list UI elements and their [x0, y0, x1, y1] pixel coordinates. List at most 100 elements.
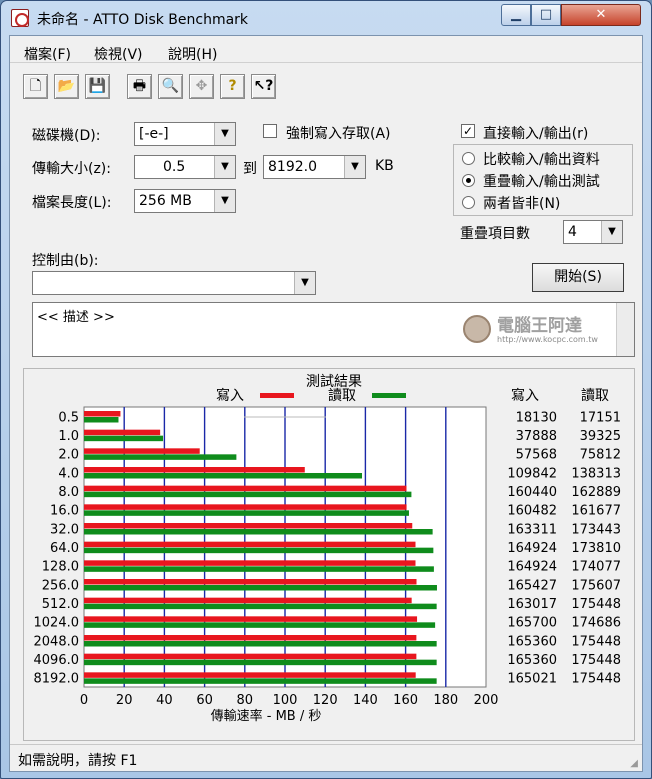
file-length-label: 檔案長度(L): [32, 195, 112, 211]
print-preview-icon[interactable]: 🔍 [158, 74, 183, 99]
read-bar [84, 491, 412, 498]
results-chart: 測試結果寫入 讀取 寫入 讀取0.5 18130 171511.0 37888 393252.… [34, 374, 622, 724]
read-value: 174686 [571, 616, 621, 631]
minimize-button[interactable]: ▁ [501, 4, 531, 26]
menu-help[interactable]: 說明(H) [168, 44, 217, 64]
category-label: 4096.0 [34, 653, 80, 668]
transfer-to-value: 8192.0 [268, 159, 317, 175]
write-bar [84, 429, 161, 436]
category-label: 2.0 [58, 448, 79, 463]
status-bar: 如需說明，請按 F1 ◢ [10, 744, 642, 771]
chevron-down-icon[interactable]: ▼ [214, 190, 235, 212]
write-bar [84, 635, 417, 641]
x-tick-label: 60 [196, 693, 213, 708]
close-button[interactable]: ✕ [561, 4, 641, 26]
write-value: 37888 [516, 429, 557, 444]
write-bar [84, 523, 413, 529]
x-axis-label: 傳輸速率 - MB / 秒 [211, 708, 322, 724]
legend-read-label: 讀取 [328, 388, 356, 404]
write-bar [84, 411, 121, 417]
direct-io-checkbox[interactable]: ✓ [461, 124, 475, 138]
x-tick-label: 120 [313, 693, 338, 708]
maximize-button[interactable]: □ [531, 4, 561, 26]
move-icon[interactable]: ✥ [189, 74, 214, 99]
write-value: 165360 [507, 653, 557, 668]
write-value: 57568 [516, 448, 557, 463]
chevron-down-icon[interactable]: ▼ [214, 156, 235, 178]
drive-label: 磁碟機(D): [32, 128, 101, 144]
write-value: 18130 [516, 410, 557, 425]
category-label: 16.0 [50, 504, 79, 519]
read-value: 175448 [571, 653, 621, 668]
print-icon[interactable]: 🖶 [127, 74, 152, 99]
watermark-url: http://www.kocpc.com.tw [497, 335, 598, 344]
controlled-by-select[interactable]: ▼ [32, 271, 316, 295]
file-length-select[interactable]: 256 MB ▼ [134, 189, 236, 213]
x-tick-label: 80 [237, 693, 254, 708]
write-value: 163311 [507, 522, 557, 537]
write-value: 163017 [507, 597, 557, 612]
atto-app-icon[interactable] [11, 9, 29, 27]
force-write-checkbox[interactable] [263, 124, 277, 138]
category-label: 256.0 [42, 578, 79, 593]
transfer-to-select[interactable]: 8192.0 ▼ [263, 155, 366, 179]
read-bar [84, 417, 119, 423]
column-header-write: 寫入 [511, 387, 539, 404]
drive-value: [-e-] [139, 126, 169, 142]
new-file-icon[interactable]: 🗋 [23, 74, 48, 99]
transfer-size-label: 傳輸大小(z): [32, 161, 111, 177]
write-value: 164924 [507, 560, 557, 575]
read-bar [84, 659, 437, 666]
chevron-down-icon[interactable]: ▼ [294, 272, 315, 294]
description-text: << 描述 >> [37, 310, 115, 325]
kb-label: KB [375, 158, 394, 174]
description-textarea[interactable]: << 描述 >> 電腦王阿達 http://www.kocpc.com.tw [32, 302, 635, 357]
chevron-down-icon[interactable]: ▼ [344, 156, 365, 178]
read-bar [84, 603, 437, 610]
transfer-from-select[interactable]: 0.5 ▼ [134, 155, 236, 179]
help-icon[interactable]: ? [220, 74, 245, 99]
chevron-down-icon[interactable]: ▼ [214, 123, 235, 145]
save-icon[interactable]: 💾 [85, 74, 110, 99]
resize-grip-icon[interactable]: ◢ [630, 758, 638, 769]
category-label: 1.0 [58, 429, 79, 444]
write-value: 109842 [507, 466, 557, 481]
read-bar [84, 622, 436, 628]
chevron-down-icon[interactable]: ▼ [601, 221, 622, 243]
write-bar [84, 541, 416, 548]
menu-view[interactable]: 檢視(V) [94, 44, 143, 64]
radio-compare[interactable] [462, 152, 475, 165]
queue-depth-select[interactable]: 4 ▼ [563, 220, 623, 244]
drive-select[interactable]: [-e-] ▼ [134, 122, 236, 146]
x-tick-label: 180 [433, 693, 458, 708]
category-label: 128.0 [42, 560, 79, 575]
radio-compare-label: 比較輸入/輸出資料 [483, 152, 600, 168]
read-bar [84, 454, 237, 460]
category-label: 2048.0 [34, 634, 80, 649]
open-folder-icon[interactable]: 📂 [54, 74, 79, 99]
read-bar [84, 566, 434, 572]
read-value: 161677 [571, 504, 621, 519]
x-tick-label: 20 [116, 693, 133, 708]
read-value: 75812 [580, 448, 621, 463]
toolbar: 🗋 📂 💾 🖶 🔍 ✥ ? ↖? [10, 62, 642, 104]
description-scrollbar[interactable] [616, 303, 634, 356]
menu-file[interactable]: 檔案(F) [24, 44, 71, 64]
legend-write-swatch [260, 393, 294, 398]
file-length-value: 256 MB [139, 193, 192, 209]
read-value: 39325 [580, 429, 621, 444]
context-help-icon[interactable]: ↖? [251, 74, 276, 99]
radio-overlap[interactable] [462, 174, 475, 187]
title-bar[interactable]: 未命名 - ATTO Disk Benchmark ▁ □ ✕ [1, 1, 651, 35]
write-value: 165360 [507, 634, 557, 649]
to-label: 到 [243, 161, 257, 177]
category-label: 8192.0 [34, 672, 80, 687]
start-button[interactable]: 開始(S) [532, 263, 624, 292]
write-bar [84, 448, 200, 454]
write-bar [84, 579, 417, 585]
read-bar [84, 510, 409, 516]
write-bar [84, 467, 305, 473]
read-bar [84, 678, 437, 684]
radio-neither[interactable] [462, 196, 475, 209]
force-write-label: 強制寫入存取(A) [286, 126, 391, 142]
